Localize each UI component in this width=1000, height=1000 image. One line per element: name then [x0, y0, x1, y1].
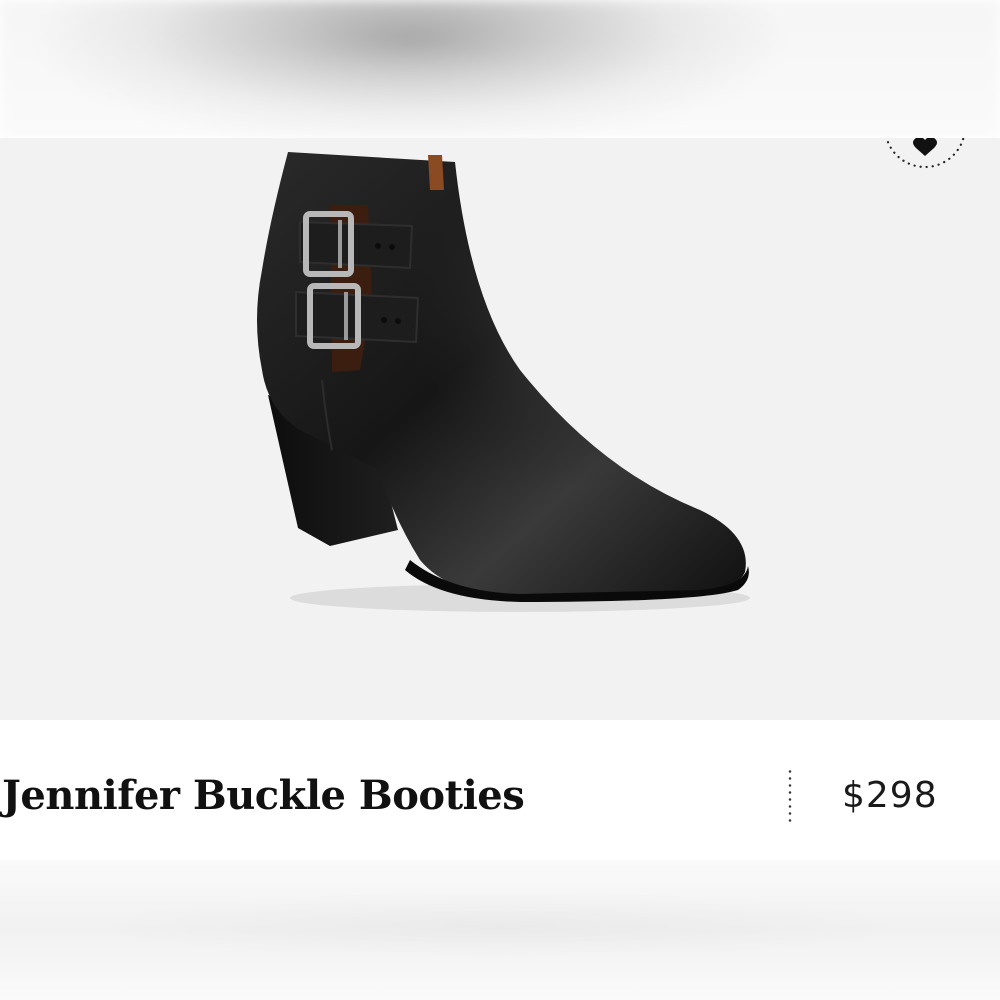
upper-strap [299, 220, 414, 270]
product-price: $298 [842, 775, 938, 816]
dotted-divider [788, 768, 792, 826]
product-title[interactable]: Jennifer Buckle Booties [2, 772, 525, 819]
zipper-lining [428, 155, 444, 190]
blurred-background-overlay [0, 0, 1000, 138]
product-image[interactable] [0, 138, 1000, 720]
boot-illustration [257, 152, 750, 612]
wishlist-button[interactable] [880, 138, 970, 172]
heart-icon[interactable] [880, 138, 970, 172]
blurred-background-bottom [0, 860, 1000, 1000]
